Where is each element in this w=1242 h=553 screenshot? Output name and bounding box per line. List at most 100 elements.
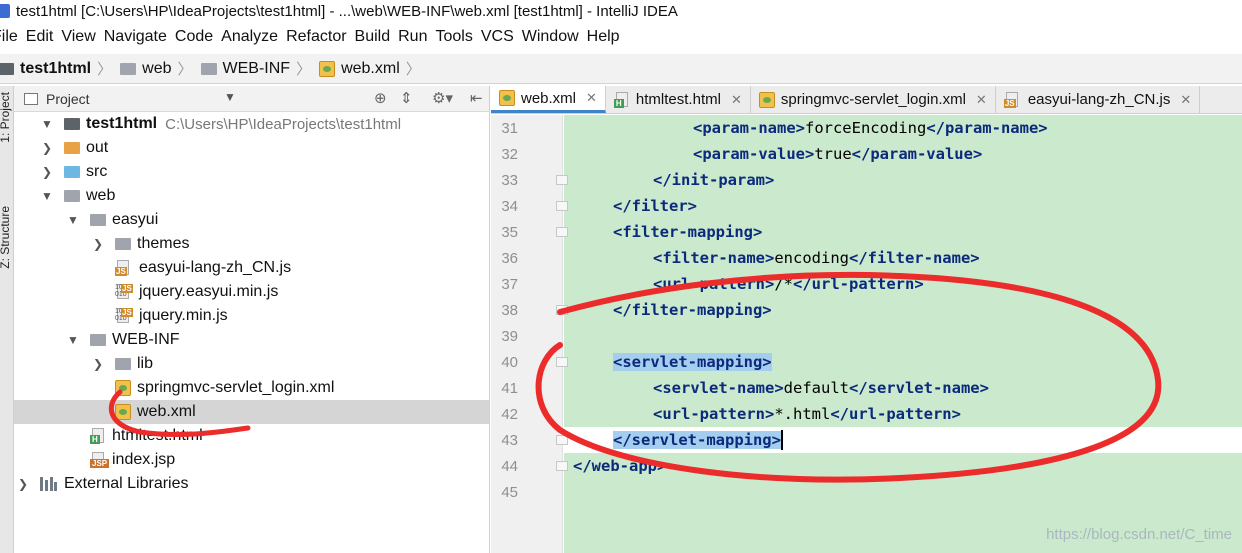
menu-navigate[interactable]: Navigate: [104, 28, 174, 46]
menu-window[interactable]: Window: [522, 28, 586, 46]
line-number: 38: [501, 301, 518, 319]
code-line: 44 </web-app>: [501, 453, 1242, 479]
menu-run[interactable]: Run: [398, 28, 434, 46]
hide-panel-icon[interactable]: ⇤: [470, 89, 483, 107]
chevron-right-icon[interactable]: ❯: [40, 165, 54, 179]
tree-item-external-libraries[interactable]: ❯ External Libraries: [14, 472, 489, 496]
code-line: 37 <url-pattern>/* </url-pattern>: [501, 271, 1242, 297]
menu-code[interactable]: Code: [175, 28, 220, 46]
close-icon[interactable]: ✕: [586, 90, 597, 106]
breadcrumb-item-project[interactable]: test1html 〉: [0, 58, 120, 79]
tree-item-out[interactable]: ❯ out: [14, 136, 489, 160]
project-view-selector[interactable]: Project: [46, 91, 90, 107]
chevron-down-icon[interactable]: ▼: [66, 213, 80, 227]
breadcrumb-label: web.xml: [341, 59, 400, 77]
js-file-icon: JS: [115, 260, 133, 276]
line-number: 35: [501, 223, 518, 241]
tree-item-root[interactable]: ▼ test1html C:\Users\HP\IdeaProjects\tes…: [14, 112, 489, 136]
project-panel: Project ▼ ⊕ ⇕ ⚙▾ ⇤ ▼ test1html C:\Users\…: [14, 86, 490, 553]
project-folder-icon: [64, 118, 80, 130]
tree-item-jquery-easyui[interactable]: 10 010 JS jquery.easyui.min.js: [14, 280, 489, 304]
project-view-icon: [24, 92, 38, 105]
menu-file[interactable]: File: [0, 28, 25, 46]
tab-htmltest[interactable]: H htmltest.html ✕: [606, 86, 751, 113]
tab-label: springmvc-servlet_login.xml: [780, 91, 966, 108]
menu-bar: File Edit View Navigate Code Analyze Ref…: [0, 24, 1242, 50]
gear-icon[interactable]: ⚙▾: [432, 89, 453, 107]
code-line: 42 <url-pattern> *.html </url-pattern>: [501, 401, 1242, 427]
breadcrumb-item-web-xml[interactable]: web.xml 〉: [319, 58, 429, 79]
tree-item-src[interactable]: ❯ src: [14, 160, 489, 184]
code-line: 39: [501, 323, 1242, 349]
fold-marker-icon[interactable]: [556, 201, 568, 211]
menu-tools[interactable]: Tools: [435, 28, 479, 46]
tree-item-web-xml[interactable]: web.xml: [14, 400, 489, 424]
tree-item-label: web.xml: [137, 403, 196, 420]
menu-view[interactable]: View: [61, 28, 102, 46]
fold-marker-icon[interactable]: [556, 227, 568, 237]
editor-panel: web.xml ✕ H htmltest.html ✕ springmvc-se…: [491, 86, 1242, 553]
chevron-down-icon[interactable]: ▼: [40, 189, 54, 203]
tree-item-label: easyui-lang-zh_CN.js: [139, 259, 292, 276]
locate-icon[interactable]: ⊕: [374, 89, 387, 107]
tree-item-jquery[interactable]: 10 010 JS jquery.min.js: [14, 304, 489, 328]
tree-item-htmltest[interactable]: H htmltest.html: [14, 424, 489, 448]
menu-edit[interactable]: Edit: [26, 28, 61, 46]
close-icon[interactable]: ✕: [976, 92, 987, 108]
fold-marker-icon[interactable]: [556, 461, 568, 471]
fold-marker-icon[interactable]: [556, 435, 568, 445]
close-icon[interactable]: ✕: [731, 92, 742, 108]
code-line: 38 </filter-mapping>: [501, 297, 1242, 323]
jsp-file-icon: JSP: [90, 452, 110, 468]
chevron-right-icon[interactable]: ❯: [16, 477, 30, 491]
editor-tabs: web.xml ✕ H htmltest.html ✕ springmvc-se…: [491, 86, 1242, 114]
menu-help[interactable]: Help: [587, 28, 627, 46]
folder-icon: [90, 214, 106, 226]
tree-item-label: WEB-INF: [112, 331, 180, 348]
breadcrumb-item-web[interactable]: web 〉: [120, 58, 200, 79]
fold-marker-icon[interactable]: [556, 357, 568, 367]
menu-refactor[interactable]: Refactor: [286, 28, 353, 46]
tree-item-easyui-lang[interactable]: JS easyui-lang-zh_CN.js: [14, 256, 489, 280]
tree-item-index-jsp[interactable]: JSP index.jsp: [14, 448, 489, 472]
menu-build[interactable]: Build: [355, 28, 398, 46]
breadcrumb-item-web-inf[interactable]: WEB-INF 〉: [200, 58, 320, 79]
chevron-right-icon: 〉: [177, 61, 193, 78]
chevron-down-icon[interactable]: ▼: [224, 90, 236, 104]
code-line: 34 </filter>: [501, 193, 1242, 219]
tree-item-web[interactable]: ▼ web: [14, 184, 489, 208]
menu-analyze[interactable]: Analyze: [221, 28, 285, 46]
tab-easyui-lang[interactable]: JS easyui-lang-zh_CN.js ✕: [996, 86, 1201, 113]
code-line: 36 <filter-name> encoding </filter-name>: [501, 245, 1242, 271]
chevron-down-icon[interactable]: ▼: [66, 333, 80, 347]
chevron-right-icon[interactable]: ❯: [40, 141, 54, 155]
tree-item-springmvc-xml[interactable]: springmvc-servlet_login.xml: [14, 376, 489, 400]
fold-marker-icon[interactable]: [556, 305, 568, 315]
tab-project-tool[interactable]: 1: Project: [0, 92, 12, 143]
tree-item-themes[interactable]: ❯ themes: [14, 232, 489, 256]
chevron-right-icon[interactable]: ❯: [91, 237, 105, 251]
code-area[interactable]: 31 <param-name> forceEncoding </param-name…: [501, 115, 1242, 553]
html-file-icon: H: [613, 91, 630, 108]
tree-item-label: test1html: [86, 115, 158, 132]
spring-xml-file-icon: [758, 91, 775, 108]
folder-icon: [200, 62, 217, 75]
title-bar: test1html [C:\Users\HP\IdeaProjects\test…: [0, 0, 1242, 22]
menu-vcs[interactable]: VCS: [481, 28, 521, 46]
close-icon[interactable]: ✕: [1180, 92, 1191, 108]
tree-item-lib[interactable]: ❯ lib: [14, 352, 489, 376]
tree-item-web-inf[interactable]: ▼ WEB-INF: [14, 328, 489, 352]
collapse-all-icon[interactable]: ⇕: [400, 89, 413, 107]
tab-structure-tool[interactable]: Z: Structure: [0, 206, 12, 269]
chevron-right-icon[interactable]: ❯: [91, 357, 105, 371]
tree-item-label: out: [86, 139, 109, 156]
chevron-down-icon[interactable]: ▼: [40, 117, 54, 131]
tree-item-easyui[interactable]: ▼ easyui: [14, 208, 489, 232]
folder-icon: [64, 142, 80, 154]
fold-marker-icon[interactable]: [556, 175, 568, 185]
code-line: 32 <param-value> true </param-value>: [501, 141, 1242, 167]
tab-springmvc-xml[interactable]: springmvc-servlet_login.xml ✕: [751, 86, 996, 113]
chevron-right-icon: 〉: [97, 61, 113, 78]
line-number: 33: [501, 171, 518, 189]
tab-web-xml[interactable]: web.xml ✕: [491, 86, 606, 113]
